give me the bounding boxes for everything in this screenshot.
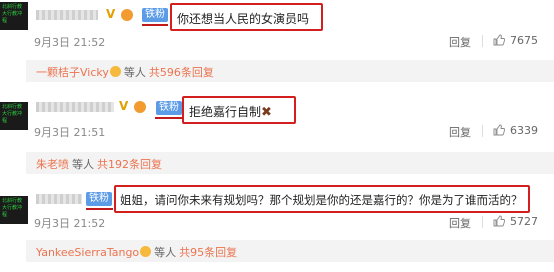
like-count: 6339: [510, 124, 538, 137]
reply-deng: 等人: [72, 158, 94, 171]
username-redacted[interactable]: [36, 102, 114, 112]
fan-badge-underline: [155, 117, 182, 119]
cross-mark-icon: ✖: [261, 105, 272, 120]
reply-summary[interactable]: YankeeSierraTango 等人 共95条回复: [36, 244, 237, 260]
username-redacted[interactable]: [36, 194, 82, 204]
reply-button[interactable]: 回复: [449, 34, 471, 50]
reply-summary[interactable]: 朱老喷 等人 共192条回复: [36, 156, 162, 172]
comment-text: 姐姐，请问你未来有规划吗？那个规划是你的还是嘉行的？你是为了谁而活的？: [120, 193, 523, 207]
comment-text: 拒绝嘉行自制✖: [189, 105, 272, 120]
face-emoji-icon: [140, 246, 152, 257]
reply-username[interactable]: YankeeSierraTango: [36, 246, 139, 259]
comment-2: 北斜行教大行教冲程 V 铁粉 拒绝嘉行自制✖ 9月3日 21:51 回复 633…: [0, 92, 554, 176]
reply-total-link[interactable]: 共192条回复: [97, 158, 162, 171]
reply-button[interactable]: 回复: [449, 215, 471, 231]
reply-summary[interactable]: 一颗桔子Vicky 等人 共596条回复: [36, 64, 214, 80]
fan-badge-underline: [142, 24, 168, 26]
divider: [482, 216, 483, 228]
face-emoji-icon: [109, 66, 121, 77]
reply-summary-panel[interactable]: YankeeSierraTango 等人 共95条回复: [26, 240, 554, 262]
thumbs-up-icon[interactable]: [493, 124, 505, 136]
divider: [482, 35, 483, 47]
reply-button[interactable]: 回复: [449, 124, 471, 140]
thumbs-up-icon[interactable]: [493, 215, 505, 227]
avatar[interactable]: 北斜行教大行教冲程: [0, 102, 28, 130]
like-count: 5727: [510, 215, 538, 228]
reply-total-link[interactable]: 共95条回复: [179, 246, 237, 259]
rank-icon: [134, 101, 146, 113]
comment-1: 北斜行教大行教冲程 V 铁粉 你还想当人民的女演员吗 9月3日 21:52 回复…: [0, 0, 554, 84]
comment-time: 9月3日 21:52: [34, 217, 106, 230]
username-redacted[interactable]: [36, 10, 98, 20]
reply-summary-panel[interactable]: 一颗桔子Vicky 等人 共596条回复: [26, 60, 554, 82]
reply-username[interactable]: 朱老喷: [36, 158, 69, 171]
verified-v-icon: V: [119, 99, 129, 113]
fan-badge[interactable]: 铁粉: [142, 8, 168, 22]
reply-total-link[interactable]: 共596条回复: [149, 66, 214, 79]
avatar[interactable]: 北斜行教大行教冲程: [0, 2, 28, 30]
fan-badge-underline: [86, 208, 113, 210]
comment-3: 北斜行教大行教冲程 铁粉 姐姐，请问你未来有规划吗？那个规划是你的还是嘉行的？你…: [0, 184, 554, 272]
like-count: 7675: [510, 34, 538, 47]
fan-badge[interactable]: 铁粉: [156, 101, 182, 115]
reply-deng: 等人: [123, 66, 146, 79]
avatar[interactable]: 北斜行教大行教冲程: [0, 196, 28, 224]
verified-v-icon: V: [106, 7, 116, 21]
fan-badge[interactable]: 铁粉: [86, 192, 112, 206]
divider: [482, 125, 483, 137]
comment-text: 你还想当人民的女演员吗: [177, 12, 310, 26]
rank-icon: [121, 9, 133, 21]
thumbs-up-icon[interactable]: [493, 34, 505, 46]
comment-time: 9月3日 21:52: [34, 36, 106, 49]
reply-summary-panel[interactable]: 朱老喷 等人 共192条回复: [26, 152, 554, 174]
reply-username[interactable]: 一颗桔子Vicky: [36, 66, 109, 79]
comment-time: 9月3日 21:51: [34, 126, 106, 139]
reply-deng: 等人: [154, 246, 177, 259]
